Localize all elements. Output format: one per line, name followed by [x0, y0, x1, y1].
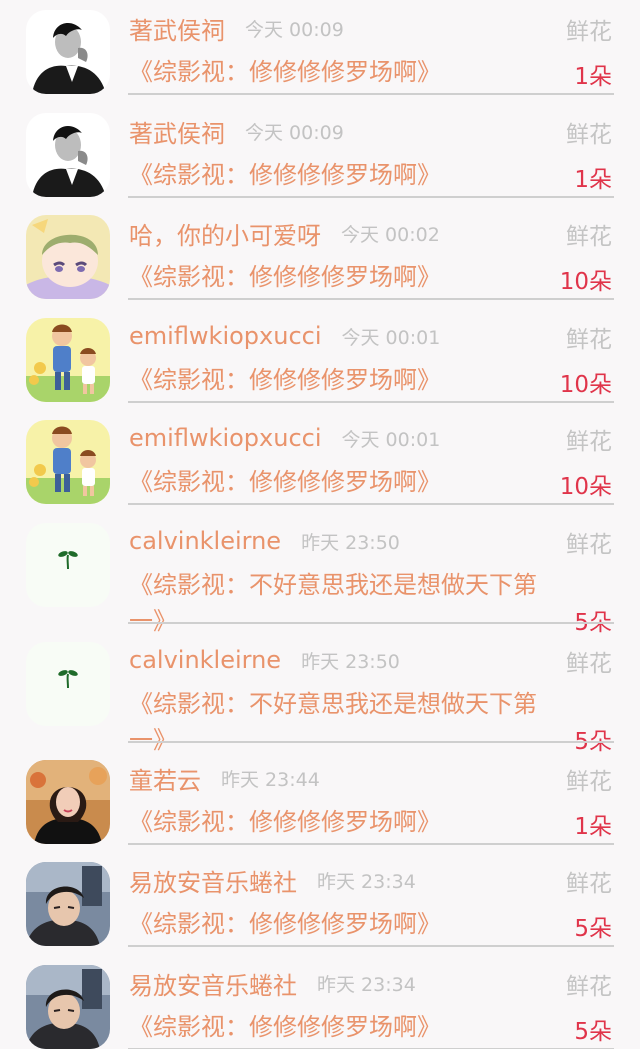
avatar[interactable]: [26, 965, 110, 1049]
timestamp: 今天 00:09: [245, 18, 344, 41]
avatar[interactable]: [26, 10, 110, 94]
user-name[interactable]: 哈，你的小可爱呀: [129, 216, 321, 251]
gift-type-label: 鲜花: [566, 769, 612, 795]
list-item[interactable]: emiflwkiopxucci 今天 00:01 鲜花 《综影视：修修修修罗场啊》 10…: [0, 308, 640, 411]
avatar[interactable]: [26, 113, 110, 197]
avatar[interactable]: [26, 862, 110, 946]
book-title[interactable]: 《综影视：不好意思我还是想做天下第一》: [129, 567, 559, 639]
flower-count: 10朵: [559, 474, 612, 500]
header-line: emiflwkiopxucci 今天 00:01: [129, 318, 440, 354]
flower-count: 5朵: [574, 916, 612, 942]
book-title[interactable]: 《综影视：修修修修罗场啊》: [129, 259, 559, 295]
row-divider: [128, 622, 614, 624]
avatar[interactable]: [26, 642, 110, 726]
list-item[interactable]: 童若云 昨天 23:44 鲜花 《综影视：修修修修罗场啊》 1朵: [0, 750, 640, 853]
book-title[interactable]: 《综影视：不好意思我还是想做天下第一》: [129, 686, 559, 758]
avatar[interactable]: [26, 318, 110, 402]
row-divider: [128, 741, 614, 743]
gift-type-label: 鲜花: [566, 327, 612, 353]
user-name[interactable]: 著武侯祠: [129, 11, 225, 46]
list-item[interactable]: calvinkleirne 昨天 23:50 鲜花 《综影视：不好意思我还是想做天下第…: [0, 632, 640, 755]
book-title[interactable]: 《综影视：修修修修罗场啊》: [129, 906, 559, 942]
timestamp: 今天 00:09: [245, 121, 344, 144]
avatar[interactable]: [26, 523, 110, 607]
timestamp: 昨天 23:50: [301, 531, 400, 554]
header-line: emiflwkiopxucci 今天 00:01: [129, 420, 440, 456]
header-line: 易放安音乐蜷社 昨天 23:34: [129, 862, 416, 898]
header-line: calvinkleirne 昨天 23:50: [129, 523, 400, 559]
gift-type-label: 鲜花: [566, 532, 612, 558]
gift-type-label: 鲜花: [566, 651, 612, 677]
flower-count: 1朵: [574, 167, 612, 193]
header-line: 哈，你的小可爱呀 今天 00:02: [129, 215, 440, 251]
book-title[interactable]: 《综影视：修修修修罗场啊》: [129, 157, 559, 193]
flower-count: 5朵: [574, 1019, 612, 1045]
user-name[interactable]: 易放安音乐蜷社: [129, 966, 297, 1001]
gift-type-label: 鲜花: [566, 224, 612, 250]
row-divider: [128, 298, 614, 300]
list-item[interactable]: 哈，你的小可爱呀 今天 00:02 鲜花 《综影视：修修修修罗场啊》 10朵: [0, 205, 640, 308]
user-name[interactable]: 著武侯祠: [129, 114, 225, 149]
gift-type-label: 鲜花: [566, 122, 612, 148]
avatar[interactable]: [26, 215, 110, 299]
user-name[interactable]: 易放安音乐蜷社: [129, 863, 297, 898]
gift-record-list: 著武侯祠 今天 00:09 鲜花 《综影视：修修修修罗场啊》 1朵 著武侯祠 今天 00:0…: [0, 0, 640, 1049]
gift-type-label: 鲜花: [566, 974, 612, 1000]
row-divider: [128, 196, 614, 198]
flower-count: 1朵: [574, 814, 612, 840]
user-name[interactable]: calvinkleirne: [129, 646, 281, 674]
user-name[interactable]: 童若云: [129, 761, 201, 796]
timestamp: 今天 00:01: [341, 326, 441, 349]
user-name[interactable]: emiflwkiopxucci: [129, 322, 322, 350]
timestamp: 昨天 23:50: [301, 650, 400, 673]
book-title[interactable]: 《综影视：修修修修罗场啊》: [129, 362, 559, 398]
timestamp: 昨天 23:44: [221, 768, 320, 791]
row-divider: [128, 401, 614, 403]
book-title[interactable]: 《综影视：修修修修罗场啊》: [129, 464, 559, 500]
row-divider: [128, 503, 614, 505]
list-item[interactable]: calvinkleirne 昨天 23:50 鲜花 《综影视：不好意思我还是想做天下第…: [0, 513, 640, 636]
header-line: 童若云 昨天 23:44: [129, 760, 320, 796]
flower-count: 10朵: [559, 269, 612, 295]
timestamp: 昨天 23:34: [317, 973, 416, 996]
book-title[interactable]: 《综影视：修修修修罗场啊》: [129, 54, 559, 90]
flower-count: 10朵: [559, 372, 612, 398]
flower-count: 1朵: [574, 64, 612, 90]
header-line: 著武侯祠 今天 00:09: [129, 113, 344, 149]
user-name[interactable]: emiflwkiopxucci: [129, 424, 322, 452]
header-line: 易放安音乐蜷社 昨天 23:34: [129, 965, 416, 1001]
list-item[interactable]: 易放安音乐蜷社 昨天 23:34 鲜花 《综影视：修修修修罗场啊》 5朵: [0, 852, 640, 955]
list-item[interactable]: 著武侯祠 今天 00:09 鲜花 《综影视：修修修修罗场啊》 1朵: [0, 103, 640, 206]
gift-type-label: 鲜花: [566, 871, 612, 897]
book-title[interactable]: 《综影视：修修修修罗场啊》: [129, 804, 559, 840]
timestamp: 昨天 23:34: [317, 870, 416, 893]
gift-type-label: 鲜花: [566, 429, 612, 455]
book-title[interactable]: 《综影视：修修修修罗场啊》: [129, 1009, 559, 1045]
user-name[interactable]: calvinkleirne: [129, 527, 281, 555]
header-line: 著武侯祠 今天 00:09: [129, 10, 344, 46]
header-line: calvinkleirne 昨天 23:50: [129, 642, 400, 678]
row-divider: [128, 945, 614, 947]
timestamp: 今天 00:02: [341, 223, 440, 246]
row-divider: [128, 93, 614, 95]
list-item[interactable]: 易放安音乐蜷社 昨天 23:34 鲜花 《综影视：修修修修罗场啊》 5朵: [0, 955, 640, 1049]
gift-type-label: 鲜花: [566, 19, 612, 45]
list-item[interactable]: emiflwkiopxucci 今天 00:01 鲜花 《综影视：修修修修罗场啊》 10…: [0, 410, 640, 513]
row-divider: [128, 843, 614, 845]
avatar[interactable]: [26, 420, 110, 504]
timestamp: 今天 00:01: [341, 428, 441, 451]
avatar[interactable]: [26, 760, 110, 844]
list-item[interactable]: 著武侯祠 今天 00:09 鲜花 《综影视：修修修修罗场啊》 1朵: [0, 0, 640, 103]
